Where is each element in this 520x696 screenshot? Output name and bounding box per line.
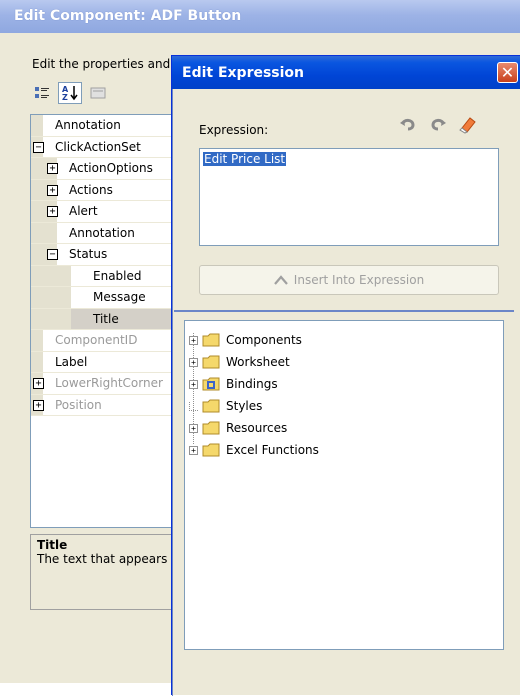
property-label: Annotation [69, 225, 135, 240]
property-row[interactable]: + Position [31, 394, 179, 416]
property-row[interactable]: − Status [31, 244, 179, 266]
row-gutter [31, 115, 43, 136]
property-row[interactable]: + Actions [31, 179, 179, 201]
property-label: Label [55, 354, 88, 369]
sort-alpha-icon: A Z [62, 85, 78, 102]
eraser-icon [459, 117, 476, 134]
expand-icon[interactable]: + [47, 206, 58, 217]
panel-splitter[interactable] [174, 310, 514, 312]
collapse-icon[interactable]: − [47, 249, 58, 260]
insert-into-expression-button[interactable]: Insert Into Expression [199, 265, 499, 295]
expand-icon[interactable]: + [189, 335, 198, 345]
tree-node[interactable]: + Resources [189, 417, 287, 439]
property-row[interactable]: Annotation [31, 115, 179, 137]
property-label: Enabled [93, 268, 142, 283]
property-grid[interactable]: Annotation − ClickActionSet + ActionOptions +… [30, 114, 180, 528]
property-label: ActionOptions [69, 161, 153, 175]
tree-node[interactable]: + Excel Functions [189, 439, 319, 461]
property-label: Alert [69, 204, 98, 218]
expand-icon[interactable]: + [33, 399, 44, 411]
tree-node-label: Excel Functions [226, 443, 319, 457]
property-label: Actions [69, 182, 113, 197]
folder-icon [202, 421, 220, 435]
property-label: Position [55, 397, 102, 412]
tree-node-label: Resources [226, 421, 288, 435]
tree-branch-line [189, 401, 198, 411]
property-label: Annotation [55, 118, 121, 132]
property-label: Message [93, 290, 146, 304]
folder-icon [202, 333, 220, 347]
expression-input[interactable]: Edit Price List [199, 148, 499, 246]
tree-node[interactable]: + Worksheet [189, 351, 290, 373]
expand-icon[interactable]: + [189, 423, 198, 433]
property-toolbar: A Z [30, 82, 110, 104]
property-row[interactable]: + ActionOptions [31, 158, 179, 180]
dialog-title: Edit Expression [172, 56, 520, 89]
collapse-icon[interactable]: − [33, 141, 44, 153]
expand-icon[interactable]: + [189, 445, 198, 455]
property-label: ClickActionSet [55, 139, 141, 154]
categorized-button[interactable] [30, 82, 54, 104]
categorized-icon [35, 87, 49, 98]
property-label: ComponentID [55, 333, 138, 347]
property-row[interactable]: − ClickActionSet [31, 136, 179, 158]
property-row[interactable]: Annotation [31, 222, 179, 244]
property-row[interactable]: + LowerRightCorner [31, 373, 179, 395]
expression-tree[interactable]: + Components + Worksheet + Bindings Styles + Res… [184, 320, 504, 650]
tree-node-label: Components [226, 333, 302, 347]
property-description-panel: Title The text that appears [30, 534, 180, 610]
tree-node[interactable]: + Components [189, 329, 302, 351]
folder-icon [202, 377, 220, 391]
row-gutter [31, 265, 71, 286]
expand-icon[interactable]: + [189, 357, 198, 367]
property-row[interactable]: Title [31, 308, 179, 330]
expand-icon[interactable]: + [189, 379, 198, 389]
expression-label: Expression: [199, 123, 269, 137]
expression-value: Edit Price List [203, 152, 287, 166]
property-row[interactable]: Label [31, 351, 179, 373]
folder-icon [202, 399, 220, 413]
expand-icon[interactable]: + [47, 163, 58, 174]
sort-alpha-button[interactable]: A Z [58, 82, 82, 104]
svg-text:Z: Z [62, 93, 68, 102]
property-row[interactable]: + Alert [31, 201, 179, 223]
property-row[interactable]: Message [31, 287, 179, 309]
property-row[interactable]: ComponentID [31, 330, 179, 352]
expand-icon[interactable]: + [47, 184, 58, 196]
folder-icon [202, 443, 220, 457]
intro-text: Edit the properties and [32, 57, 171, 71]
tree-node-label: Bindings [226, 377, 278, 391]
row-gutter [31, 351, 43, 372]
property-label: Title [93, 311, 119, 326]
insert-button-label: Insert Into Expression [293, 273, 425, 287]
description-title: Title [37, 538, 68, 552]
undo-icon [400, 118, 415, 131]
row-gutter [31, 308, 71, 329]
close-button[interactable]: ✕ [497, 62, 518, 83]
window-title: Edit Component: ADF Button [0, 0, 520, 33]
edit-expression-dialog: Edit Expression ✕ Expression: Edit Price… [171, 55, 520, 696]
clear-button[interactable] [458, 114, 478, 134]
undo-button[interactable] [398, 114, 418, 134]
property-pages-icon [90, 87, 106, 99]
tree-node-label: Styles [226, 399, 263, 413]
tree-node[interactable]: Styles [189, 395, 262, 417]
expression-tools [398, 114, 478, 134]
folder-icon [202, 355, 220, 369]
chevron-up-icon [273, 275, 288, 285]
property-label: Status [69, 247, 108, 261]
property-label: LowerRightCorner [55, 376, 163, 390]
description-text: The text that appears [37, 552, 168, 566]
tree-node-label: Worksheet [226, 355, 290, 369]
property-row[interactable]: Enabled [31, 265, 179, 287]
row-gutter [31, 287, 71, 308]
row-gutter [31, 222, 57, 243]
property-pages-button[interactable] [86, 82, 110, 104]
row-gutter [31, 330, 43, 351]
redo-button[interactable] [428, 114, 448, 134]
expand-icon[interactable]: + [33, 378, 44, 389]
redo-icon [431, 118, 446, 131]
tree-node[interactable]: + Bindings [189, 373, 278, 395]
close-icon: ✕ [500, 62, 515, 82]
